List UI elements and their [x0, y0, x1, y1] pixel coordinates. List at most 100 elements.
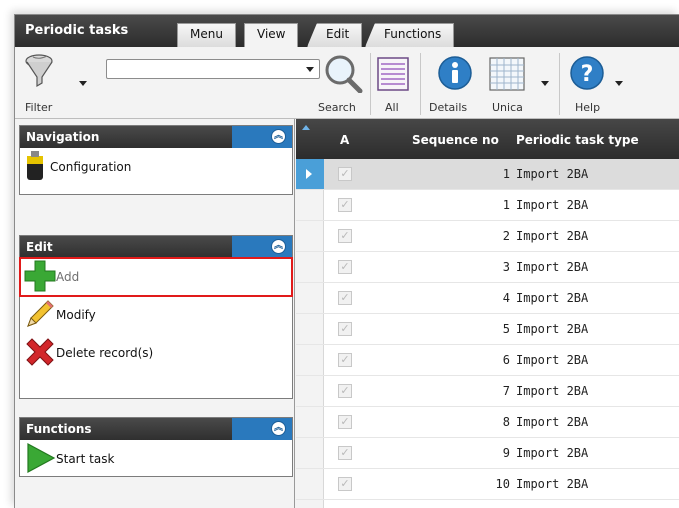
functions-item-start-task[interactable]: Start task: [20, 440, 292, 478]
edit-collapse-bar[interactable]: ︽: [232, 236, 292, 258]
row-indicator[interactable]: [296, 159, 324, 189]
table-row[interactable]: ✓ 1 Import 2BA: [296, 159, 679, 190]
edit-item-delete[interactable]: Delete record(s): [20, 334, 292, 372]
row-active-checkbox[interactable]: ✓: [338, 291, 352, 305]
table-row[interactable]: ✓ 9 Import 2BA: [296, 438, 679, 469]
column-header-a[interactable]: A: [340, 133, 349, 147]
grid-icon[interactable]: [489, 57, 525, 94]
cell-sequence-no: 6: [502, 353, 510, 367]
delete-icon: [24, 336, 56, 371]
column-header-periodic-task-type[interactable]: Periodic task type: [516, 133, 639, 147]
row-indicator[interactable]: [296, 469, 324, 499]
table-row[interactable]: ✓ 4 Import 2BA: [296, 283, 679, 314]
edit-item-add[interactable]: Add: [19, 257, 293, 297]
row-active-checkbox[interactable]: ✓: [338, 260, 352, 274]
row-indicator[interactable]: [296, 345, 324, 375]
cell-sequence-no: 7: [502, 384, 510, 398]
table-row[interactable]: ✓ 8 Import 2BA: [296, 407, 679, 438]
tab-view[interactable]: View: [244, 23, 299, 48]
row-indicator[interactable]: [296, 438, 324, 468]
filter-dropdown-arrow-icon[interactable]: [79, 81, 87, 86]
navigation-header: Navigation ︽: [20, 126, 292, 148]
cell-periodic-task-type: Import 2BA: [516, 260, 589, 274]
navigation-collapse-bar[interactable]: ︽: [232, 126, 292, 148]
unica-label[interactable]: Unica: [492, 101, 523, 114]
column-header-sequence-no[interactable]: Sequence no: [412, 133, 499, 147]
edit-section: Edit ︽ Add Modify Delete record(s): [19, 235, 293, 399]
table-row[interactable]: ✓ 3 Import 2BA: [296, 252, 679, 283]
cell-periodic-task-type: Import 2BA: [516, 229, 589, 243]
navigation-title: Navigation: [26, 130, 100, 144]
edit-item-modify[interactable]: Modify: [20, 296, 292, 334]
cell-sequence-no: 2: [502, 229, 510, 243]
table-row[interactable]: ✓ 1 Import 2BA: [296, 190, 679, 221]
chevron-down-icon[interactable]: [306, 67, 314, 72]
cell-sequence-no: 8: [502, 415, 510, 429]
search-label[interactable]: Search: [318, 101, 356, 114]
row-active-checkbox[interactable]: ✓: [338, 167, 352, 181]
table-row[interactable]: ✓ 2 Import 2BA: [296, 221, 679, 252]
collapse-icon[interactable]: ︽: [271, 129, 286, 144]
details-label[interactable]: Details: [429, 101, 467, 114]
tab-edit[interactable]: Edit: [307, 23, 363, 47]
configuration-icon: [24, 150, 46, 185]
table-row[interactable]: ✓ 5 Import 2BA: [296, 314, 679, 345]
collapse-icon[interactable]: ︽: [271, 239, 286, 254]
tab-bar: Periodic tasks Menu View Edit Functions: [15, 15, 679, 48]
ribbon-separator: [559, 53, 560, 115]
help-label[interactable]: Help: [575, 101, 600, 114]
sort-ascending-icon[interactable]: [302, 125, 310, 130]
row-active-checkbox[interactable]: ✓: [338, 229, 352, 243]
cell-periodic-task-type: Import 2BA: [516, 446, 589, 460]
edit-item-label: Delete record(s): [56, 346, 154, 360]
edit-item-label: Add: [56, 270, 80, 284]
row-active-checkbox[interactable]: ✓: [338, 446, 352, 460]
row-indicator[interactable]: [296, 190, 324, 220]
row-indicator[interactable]: [296, 314, 324, 344]
row-active-checkbox[interactable]: ✓: [338, 322, 352, 336]
search-icon[interactable]: [322, 53, 364, 96]
search-combo[interactable]: [106, 59, 320, 79]
table-row[interactable]: ✓ 10 Import 2BA: [296, 469, 679, 500]
row-active-checkbox[interactable]: ✓: [338, 415, 352, 429]
table-row[interactable]: ✓ 6 Import 2BA: [296, 345, 679, 376]
row-indicator[interactable]: [296, 376, 324, 406]
help-dropdown-arrow-icon[interactable]: [615, 81, 623, 86]
cell-sequence-no: 10: [495, 477, 510, 491]
table-row[interactable]: ✓ 7 Import 2BA: [296, 376, 679, 407]
unica-dropdown-arrow-icon[interactable]: [541, 81, 549, 86]
nav-item-configuration[interactable]: Configuration: [20, 148, 292, 186]
row-indicator[interactable]: [296, 283, 324, 313]
row-indicator[interactable]: [296, 407, 324, 437]
functions-item-label: Start task: [56, 452, 115, 466]
tab-menu[interactable]: Menu: [177, 23, 236, 47]
row-active-checkbox[interactable]: ✓: [338, 384, 352, 398]
cell-periodic-task-type: Import 2BA: [516, 477, 589, 491]
cell-periodic-task-type: Import 2BA: [516, 322, 589, 336]
app-title: Periodic tasks: [25, 23, 129, 38]
collapse-icon[interactable]: ︽: [271, 421, 286, 436]
cell-periodic-task-type: Import 2BA: [516, 415, 589, 429]
functions-header: Functions ︽: [20, 418, 292, 440]
cell-sequence-no: 3: [502, 260, 510, 274]
filter-icon[interactable]: [25, 53, 65, 92]
pencil-icon: [24, 298, 56, 333]
row-indicator[interactable]: [296, 252, 324, 282]
cell-sequence-no: 5: [502, 322, 510, 336]
list-icon[interactable]: [377, 57, 409, 94]
help-icon[interactable]: ?: [569, 55, 605, 94]
row-indicator[interactable]: [296, 221, 324, 251]
functions-collapse-bar[interactable]: ︽: [232, 418, 292, 440]
cell-sequence-no: 4: [502, 291, 510, 305]
ribbon-separator: [370, 53, 371, 115]
tab-functions[interactable]: Functions: [365, 23, 455, 47]
task-grid: A Sequence no Periodic task type ✓ 1 Impor…: [296, 119, 679, 508]
functions-section: Functions ︽ Start task: [19, 417, 293, 477]
row-active-checkbox[interactable]: ✓: [338, 353, 352, 367]
play-icon: [24, 442, 56, 477]
cell-sequence-no: 9: [502, 446, 510, 460]
info-icon[interactable]: [437, 55, 473, 94]
row-active-checkbox[interactable]: ✓: [338, 477, 352, 491]
all-label[interactable]: All: [385, 101, 399, 114]
row-active-checkbox[interactable]: ✓: [338, 198, 352, 212]
